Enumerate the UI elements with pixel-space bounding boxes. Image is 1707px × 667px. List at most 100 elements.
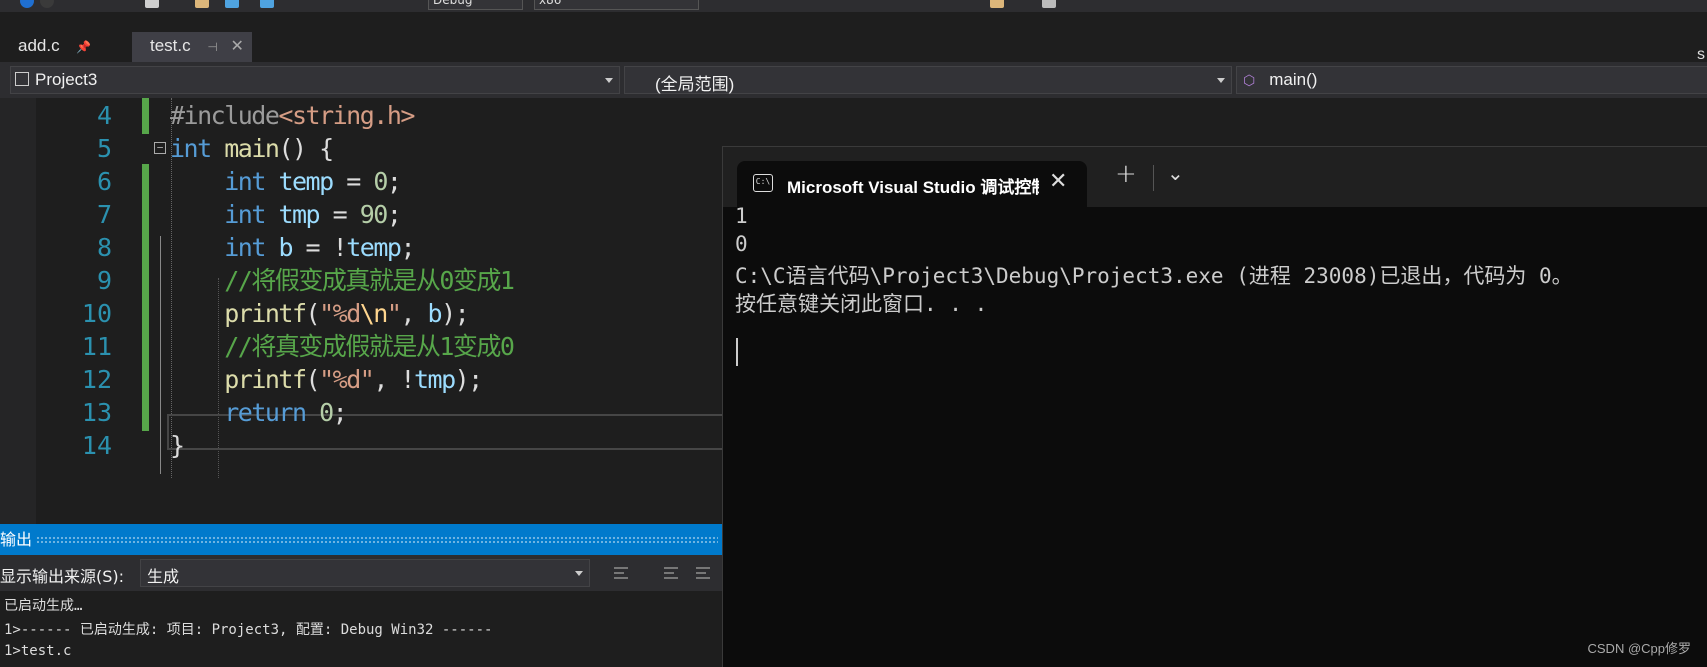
line-number: 13 <box>81 398 112 427</box>
tab-label: test.c <box>150 36 191 55</box>
output-line: 1>test.c <box>4 643 72 659</box>
code-text: return 0; <box>170 395 347 431</box>
pin-icon[interactable]: 📌 <box>76 40 91 54</box>
pin-icon[interactable]: ⊣ <box>207 40 217 54</box>
code-token: #include <box>170 101 280 130</box>
chevron-down-icon[interactable]: ⌄ <box>1167 161 1184 185</box>
code-token: int <box>224 167 266 196</box>
line-number: 10 <box>81 299 112 328</box>
output-title-bar[interactable]: 输出 <box>0 524 722 555</box>
editor-navigation-bar: Project3 (全局范围) ⬡ main() <box>0 62 1707 98</box>
drag-grip[interactable] <box>36 536 718 543</box>
change-indicator <box>142 164 149 200</box>
code-token: return <box>224 398 307 427</box>
output-source-select[interactable]: 生成 <box>140 559 590 587</box>
code-token: int <box>224 200 266 229</box>
chevron-down-icon <box>575 571 583 576</box>
code-token: tmp <box>278 200 320 229</box>
new-tab-button[interactable]: + <box>1115 159 1137 189</box>
find-message-icon[interactable] <box>610 563 632 583</box>
change-indicator <box>142 329 149 365</box>
previous-message-icon[interactable] <box>660 563 682 583</box>
document-tab-strip: add.c 📌 test.c ⊣ ✕ s <box>0 12 1707 63</box>
code-token: 0 <box>319 398 334 427</box>
code-text: printf("%d", !tmp); <box>170 362 484 398</box>
change-indicator <box>142 263 149 299</box>
line-number: 5 <box>96 134 112 163</box>
code-token: 90 <box>359 200 389 229</box>
chevron-down-icon <box>1217 78 1225 83</box>
change-indicator <box>142 362 149 398</box>
console-output-line: 按任意键关闭此窗口. . . <box>735 292 988 316</box>
line-number: 11 <box>81 332 112 361</box>
output-title: 输出 <box>0 530 33 549</box>
solution-config-select[interactable]: Debug <box>428 0 523 10</box>
code-token: temp <box>278 167 334 196</box>
line-number: 9 <box>96 266 112 295</box>
project-select[interactable]: Project3 <box>10 66 620 94</box>
output-source-label: 显示输出来源(S): <box>0 567 125 586</box>
back-icon[interactable] <box>20 0 34 8</box>
save-all-icon[interactable] <box>260 0 274 8</box>
code-token: "%d <box>319 299 361 328</box>
next-message-icon[interactable] <box>692 563 714 583</box>
function-cube-icon: ⬡ <box>1243 72 1256 88</box>
code-token: ; <box>400 233 415 262</box>
code-line[interactable]: 4 #include<string.h> <box>0 98 1707 134</box>
line-number: 4 <box>96 101 112 130</box>
code-token: b <box>278 233 293 262</box>
tab-add-c[interactable]: add.c 📌 <box>0 32 130 62</box>
code-token: ); <box>454 365 484 394</box>
code-token: //将假变成真就是从0变成1 <box>224 266 515 295</box>
code-token: ( <box>305 299 321 328</box>
code-text: #include<string.h> <box>170 98 415 134</box>
change-indicator <box>142 296 149 332</box>
tab-divider <box>1153 165 1154 191</box>
code-token: ( <box>305 365 321 394</box>
collapse-icon[interactable]: − <box>154 142 166 154</box>
code-token: ; <box>386 167 402 196</box>
close-icon[interactable]: ✕ <box>231 36 244 56</box>
code-text: int b = !temp; <box>170 230 415 266</box>
code-token: "%d" <box>319 365 375 394</box>
code-token: () { <box>278 134 334 163</box>
code-token: = <box>319 200 360 229</box>
tab-test-c[interactable]: test.c ⊣ ✕ <box>132 32 252 62</box>
toolbox-icon[interactable] <box>990 0 1004 8</box>
code-token: \n <box>359 299 389 328</box>
line-number: 6 <box>96 167 112 196</box>
code-text: int tmp = 90; <box>170 197 402 233</box>
debug-console-window[interactable]: C:\ Microsoft Visual Studio 调试控制台 ✕ + ⌄ … <box>722 146 1707 667</box>
new-file-icon[interactable] <box>145 0 159 8</box>
code-token: //将真变成假就是从1变成0 <box>224 332 515 361</box>
code-token: 0 <box>373 167 388 196</box>
save-icon[interactable] <box>225 0 239 8</box>
scope-select[interactable]: (全局范围) <box>624 66 1232 94</box>
platform-select[interactable]: x86 <box>534 0 699 10</box>
close-icon[interactable]: ✕ <box>1049 169 1067 194</box>
change-indicator <box>142 395 149 431</box>
code-token: " <box>386 299 402 328</box>
chevron-down-icon <box>605 78 613 83</box>
forward-icon[interactable] <box>40 0 54 8</box>
member-select[interactable]: ⬡ main() <box>1236 66 1707 94</box>
console-tab-bar: C:\ Microsoft Visual Studio 调试控制台 ✕ + ⌄ <box>723 147 1707 207</box>
project-select-value: Project3 <box>35 70 98 89</box>
member-select-value: main() <box>1269 70 1318 89</box>
main-toolbar: Debug x86 <box>0 0 1707 12</box>
scope-select-value: (全局范围) <box>655 75 735 94</box>
code-token: = ! <box>292 233 348 262</box>
open-folder-icon[interactable] <box>195 0 209 8</box>
code-token: , <box>400 299 428 328</box>
code-token: , ! <box>373 365 415 394</box>
terminal-icon: C:\ <box>753 174 773 192</box>
console-tab[interactable]: C:\ Microsoft Visual Studio 调试控制台 ✕ <box>737 161 1087 207</box>
code-token: } <box>170 431 185 460</box>
layout-icon[interactable] <box>1042 0 1056 8</box>
code-text: //将假变成真就是从0变成1 <box>170 263 515 299</box>
